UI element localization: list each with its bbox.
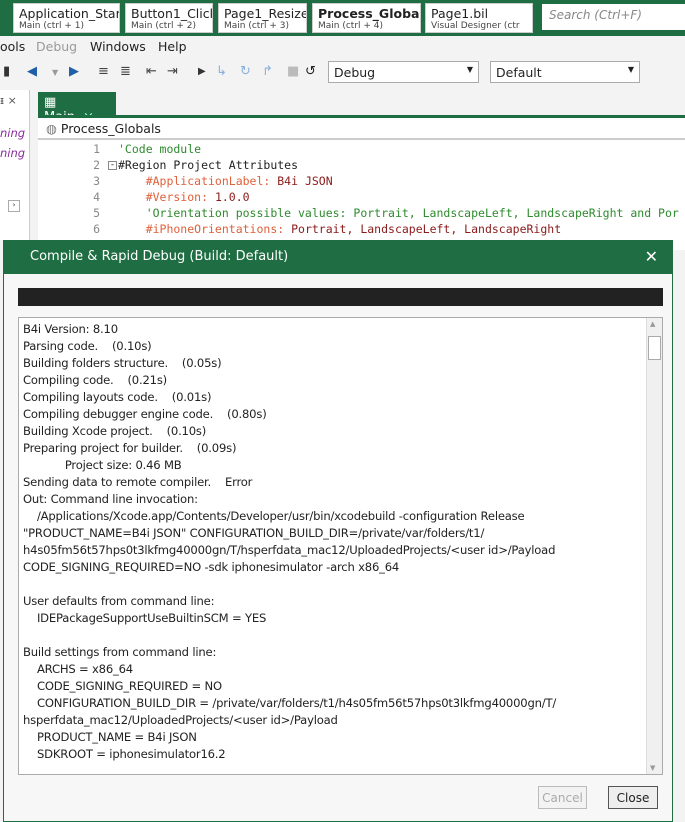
code-text: 'Code module [118,142,202,156]
panel-item[interactable]: ning [0,146,25,160]
menu-debug[interactable]: Debug [36,39,77,54]
restart-icon[interactable]: ↺ [305,64,316,79]
line-number: 6 [93,222,100,236]
directive: #Version: [118,190,215,204]
cancel-button[interactable]: Cancel [538,786,587,809]
close-button[interactable]: Close [608,786,658,809]
designer-icon: ▦ [44,95,57,110]
progress-bar [18,288,663,306]
doc-tab-main[interactable]: ▦ Main× [38,92,116,125]
sub-icon: ◍ [46,121,61,136]
chevron-down-icon: ▼ [627,65,634,74]
tab-sub: Main (ctrl + 4) [318,21,384,31]
dropdown-icon[interactable]: ▼ [52,68,58,77]
file-tab-page1-resize[interactable]: Page1_Resize Main (ctrl + 3) [218,3,307,33]
menu-windows[interactable]: Windows [90,39,146,54]
code-text: #Region Project Attributes [118,158,299,172]
tab-title: Process_Globals [318,6,421,21]
step-into-icon[interactable]: ↳ [216,64,227,79]
file-tab-process-globals[interactable]: Process_Globals Main (ctrl + 4) [312,3,421,33]
stop-icon[interactable]: ■ [287,64,299,79]
dialog-title-bar[interactable]: Compile & Rapid Debug (Build: Default) ✕ [4,241,672,274]
line-number: 2 [93,158,100,172]
directive-value: B4i JSON [277,174,333,188]
scroll-up-icon[interactable]: ▲ [650,320,655,328]
indent-icon[interactable]: ≡ [98,64,109,79]
chevron-down-icon: ▼ [466,65,473,74]
run-icon[interactable]: ▶ [198,66,206,77]
menu-help[interactable]: Help [158,39,187,54]
tab-sub: Visual Designer (ctr [431,21,520,31]
pin-close-icon[interactable]: ᵻ × [0,94,17,107]
step-over-icon[interactable]: ↻ [240,64,251,79]
collapse-icon[interactable]: - [108,161,117,170]
scroll-right-icon[interactable]: › [8,200,20,212]
breadcrumb[interactable]: ◍ Process_Globals [38,118,685,140]
directive: #iPhoneOrientations: [118,222,292,236]
tab-title: Page1_Resize [224,6,307,21]
line-number: 4 [93,190,100,204]
outdent-icon[interactable]: ≣ [120,64,131,79]
scrollbar[interactable]: ▲ ▼ [646,318,662,774]
build-config-select[interactable]: Debug ▼ [328,61,479,83]
forward-icon[interactable]: ▶ [69,64,79,79]
directive-value: 1.0.0 [214,190,250,204]
menu-tools[interactable]: ools [0,39,25,54]
file-tab-bar: Application_Start Main (ctrl + 1) Button1… [0,0,685,36]
tab-title: Page1.bil [431,6,489,21]
tab-title: Application_Start [19,6,120,21]
bookmark-icon[interactable]: ▮ [3,64,10,79]
directive-value: Portrait, LandscapeLeft, LandscapeRight [291,222,562,236]
tab-sub: Main (ctrl + 2) [131,21,197,31]
file-tab-button1-click[interactable]: Button1_Click Main (ctrl + 2) [125,3,213,33]
back-icon[interactable]: ◀ [27,64,37,79]
close-icon[interactable]: ✕ [645,247,658,266]
compile-log[interactable]: B4i Version: 8.10 Parsing code. (0.10s) … [18,317,663,775]
compile-dialog: Compile & Rapid Debug (Build: Default) ✕ … [3,240,673,822]
code-editor[interactable]: 1 'Code module 2- #Region Project Attribut… [38,140,685,250]
left-panel: ᵻ × ning ning › [0,90,30,240]
menu-bar: ools Debug Windows Help [0,37,685,57]
panel-item[interactable]: ning [0,126,25,140]
tab-sub: Main (ctrl + 1) [19,21,85,31]
build-target-value: Default [496,65,542,80]
tab-title: Button1_Click [131,6,213,21]
directive: #ApplicationLabel: [118,174,278,188]
scroll-thumb[interactable] [648,336,661,360]
breadcrumb-label: Process_Globals [60,121,161,136]
dialog-title: Compile & Rapid Debug (Build: Default) [30,249,289,264]
build-target-select[interactable]: Default ▼ [490,61,640,83]
code-text: 'Orientation possible values: Portrait, … [118,206,679,220]
comment-icon[interactable]: ⇤ [146,64,157,79]
log-text: B4i Version: 8.10 Parsing code. (0.10s) … [23,322,557,761]
uncomment-icon[interactable]: ⇥ [167,64,178,79]
line-number: 3 [93,174,100,188]
line-number: 5 [93,206,100,220]
build-config-value: Debug [334,65,376,80]
step-out-icon[interactable]: ↱ [262,64,273,79]
line-number: 1 [93,142,100,156]
tab-sub: Main (ctrl + 3) [224,21,290,31]
search-input[interactable]: Search (Ctrl+F) [542,4,685,30]
file-tab-page1-bil[interactable]: Page1.bil Visual Designer (ctr [425,3,533,33]
scroll-down-icon[interactable]: ▼ [650,764,655,772]
file-tab-application-start[interactable]: Application_Start Main (ctrl + 1) [13,3,120,33]
